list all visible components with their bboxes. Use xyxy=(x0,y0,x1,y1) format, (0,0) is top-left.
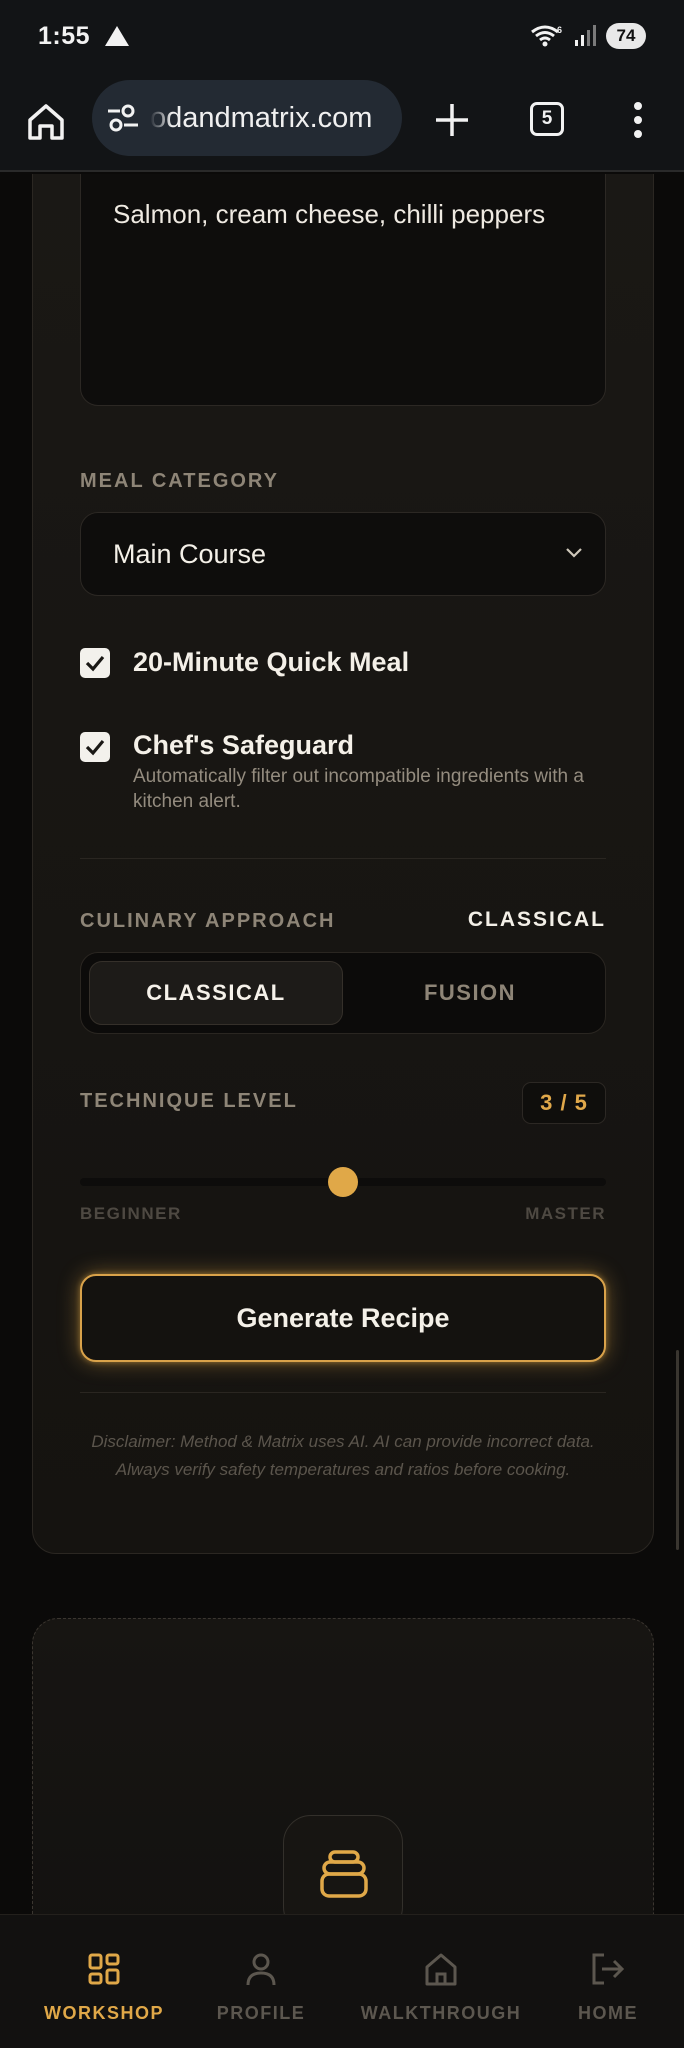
slider-max-label: MASTER xyxy=(525,1204,606,1223)
user-icon xyxy=(246,1953,276,1986)
recipe-output-card xyxy=(32,1618,654,1914)
page-content: Salmon, cream cheese, chilli peppers MEA… xyxy=(0,174,684,1914)
nav-label: HOME xyxy=(578,2003,638,2023)
battery-indicator: 74 xyxy=(606,23,646,49)
status-bar: 1:55 6 74 xyxy=(0,0,684,72)
status-left: 1:55 xyxy=(38,22,130,51)
meal-category-value: Main Course xyxy=(113,538,267,569)
nav-workshop[interactable]: WORKSHOP xyxy=(40,1915,168,2048)
safeguard-checkbox[interactable] xyxy=(80,732,110,762)
quick-meal-checkbox[interactable] xyxy=(80,648,110,678)
meal-category-label: MEAL CATEGORY xyxy=(80,470,279,492)
url-text: odandmatrix.com xyxy=(150,102,373,134)
signal-icon xyxy=(575,25,596,46)
checkmark-icon xyxy=(85,739,105,756)
technique-level-label: TECHNIQUE LEVEL xyxy=(80,1090,298,1112)
battery-level: 74 xyxy=(616,26,636,45)
page-scrollbar[interactable] xyxy=(676,1350,679,1550)
technique-level-badge: 3 / 5 xyxy=(522,1082,606,1124)
approach-toggle: CLASSICAL FUSION xyxy=(80,952,606,1034)
tab-switcher-button[interactable]: 5 xyxy=(530,102,564,136)
screen: 1:55 6 74 odandmatrix.com 5 Salmon, crea… xyxy=(0,0,684,2048)
bottom-nav: WORKSHOP PROFILE WALKTHROUGH HOME xyxy=(0,1914,684,2048)
address-bar[interactable]: odandmatrix.com xyxy=(92,80,402,156)
quick-meal-label[interactable]: 20-Minute Quick Meal xyxy=(133,647,409,678)
ingredients-textarea[interactable]: Salmon, cream cheese, chilli peppers xyxy=(80,174,606,406)
technique-level-slider[interactable] xyxy=(80,1166,606,1198)
logout-icon xyxy=(592,1953,625,1985)
ingredients-value: Salmon, cream cheese, chilli peppers xyxy=(113,199,546,229)
navigation-arrow-icon xyxy=(105,26,130,46)
status-time: 1:55 xyxy=(38,21,91,50)
home-icon[interactable] xyxy=(24,100,68,144)
pot-icon-tile xyxy=(283,1815,403,1914)
divider xyxy=(80,858,606,859)
nav-label: WALKTHROUGH xyxy=(360,2003,522,2023)
meal-category-select[interactable]: Main Course xyxy=(80,512,606,596)
home-icon xyxy=(425,1953,457,1986)
nav-walkthrough[interactable]: WALKTHROUGH xyxy=(356,1915,526,2048)
approach-option-classical[interactable]: CLASSICAL xyxy=(89,961,343,1025)
site-settings-icon[interactable] xyxy=(106,102,140,134)
tab-count: 5 xyxy=(541,108,553,129)
status-right: 6 74 xyxy=(530,23,646,49)
safeguard-label[interactable]: Chef's Safeguard xyxy=(133,730,354,761)
grid-icon xyxy=(88,1953,120,1985)
nav-label: PROFILE xyxy=(216,2003,306,2023)
chevron-down-icon xyxy=(566,548,582,558)
divider xyxy=(80,1392,606,1393)
disclaimer-text: Disclaimer: Method & Matrix uses AI. AI … xyxy=(91,1432,595,1479)
nav-profile[interactable]: PROFILE xyxy=(201,1915,321,2048)
more-menu-icon[interactable] xyxy=(620,98,656,142)
safeguard-description: Automatically filter out incompatible in… xyxy=(133,766,584,812)
wifi-icon: 6 xyxy=(531,25,562,47)
checkmark-icon xyxy=(85,655,105,672)
nav-label: WORKSHOP xyxy=(44,2003,164,2023)
generate-recipe-button[interactable]: Generate Recipe xyxy=(80,1274,606,1362)
new-tab-icon[interactable] xyxy=(430,98,474,142)
slider-thumb[interactable] xyxy=(328,1167,358,1197)
nav-home[interactable]: HOME xyxy=(562,1915,654,2048)
browser-toolbar: odandmatrix.com 5 xyxy=(0,72,684,172)
approach-option-fusion[interactable]: FUSION xyxy=(343,961,597,1025)
culinary-approach-label: CULINARY APPROACH xyxy=(80,910,336,932)
slider-min-label: BEGINNER xyxy=(80,1204,182,1223)
cooking-pot-icon xyxy=(320,1850,368,1898)
wifi-badge: 6 xyxy=(557,25,562,35)
culinary-approach-value: CLASSICAL xyxy=(467,908,606,931)
